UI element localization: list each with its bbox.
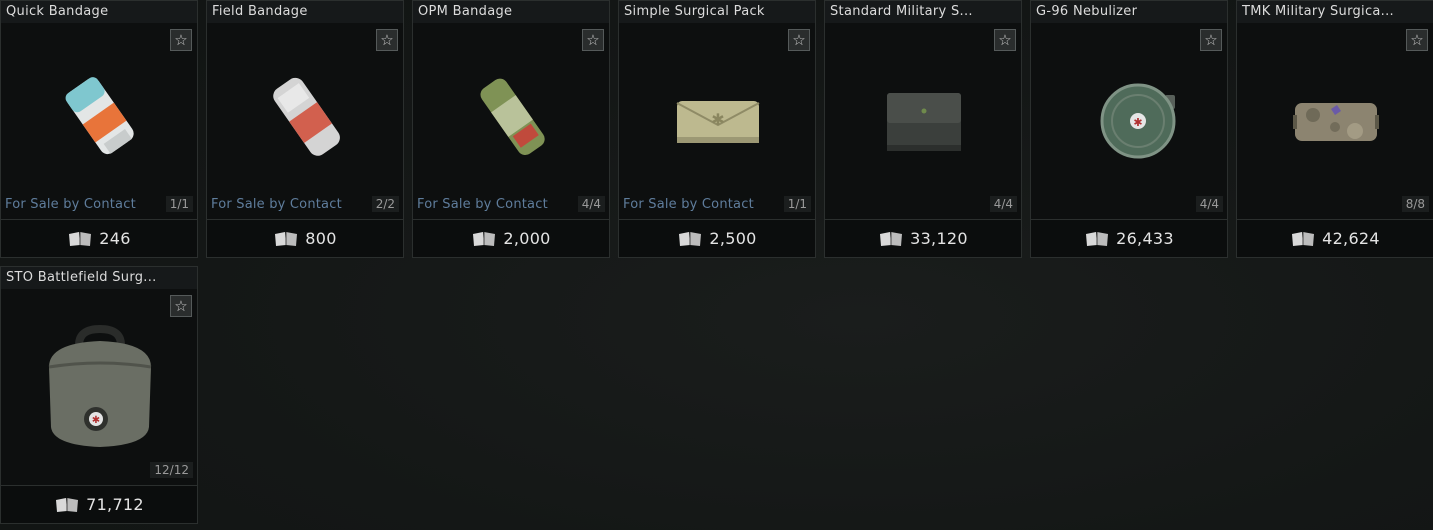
item-title: Simple Surgical Pack <box>619 1 815 23</box>
sale-status: For Sale by Contact <box>211 197 342 212</box>
bandage-icon <box>21 41 179 191</box>
price-row: 33,120 <box>825 219 1021 257</box>
price-value: 2,500 <box>709 229 757 248</box>
sale-status: For Sale by Contact <box>417 197 548 212</box>
price-row: 246 <box>1 219 197 257</box>
item-title: G-96 Nebulizer <box>1031 1 1227 23</box>
stock-badge: 4/4 <box>989 196 1017 212</box>
stock-badge: 12/12 <box>150 462 193 478</box>
price-value: 800 <box>305 229 337 248</box>
stock-badge: 2/2 <box>371 196 399 212</box>
price-row: 2,000 <box>413 219 609 257</box>
nebulizer-icon: ✱ <box>1051 41 1209 191</box>
item-title: Quick Bandage <box>1 1 197 23</box>
bandage-icon <box>433 41 591 191</box>
sale-status: For Sale by Contact <box>623 197 754 212</box>
price-row: 26,433 <box>1031 219 1227 257</box>
stock-badge: 1/1 <box>783 196 811 212</box>
stock-badge: 8/8 <box>1401 196 1429 212</box>
item-card-standard-military[interactable]: Standard Military S... ☆ 4/4 33,120 <box>824 0 1022 258</box>
price-row: 800 <box>207 219 403 257</box>
currency-book-icon <box>275 231 298 246</box>
stock-badge: 4/4 <box>1195 196 1223 212</box>
item-card-field-bandage[interactable]: Field Bandage ☆ For Sale by Contact 2/2 … <box>206 0 404 258</box>
item-card-g96-nebulizer[interactable]: G-96 Nebulizer ☆ ✱ 4/4 26,433 <box>1030 0 1228 258</box>
item-card-tmk-military-surgical[interactable]: TMK Military Surgica... ☆ 8/8 42,624 <box>1236 0 1433 258</box>
currency-book-icon <box>679 231 702 246</box>
stock-badge: 4/4 <box>577 196 605 212</box>
currency-book-icon <box>1086 231 1109 246</box>
item-card-opm-bandage[interactable]: OPM Bandage ☆ For Sale by Contact 4/4 2,… <box>412 0 610 258</box>
price-value: 2,000 <box>503 229 551 248</box>
bandage-icon <box>227 41 385 191</box>
price-row: 71,712 <box>1 485 197 523</box>
price-value: 246 <box>99 229 131 248</box>
item-title: TMK Military Surgica... <box>1237 1 1433 23</box>
item-title: Standard Military S... <box>825 1 1021 23</box>
svg-text:✱: ✱ <box>1133 116 1142 129</box>
item-title: STO Battlefield Surg... <box>1 267 197 289</box>
item-card-sto-battlefield-surgical[interactable]: STO Battlefield Surg... ☆ ✱ 12/12 71,712 <box>0 266 198 524</box>
military-pouch-icon <box>845 41 1003 191</box>
price-value: 71,712 <box>86 495 144 514</box>
item-card-simple-surgical-pack[interactable]: Simple Surgical Pack ☆ ✱ For Sale by Con… <box>618 0 816 258</box>
item-title: Field Bandage <box>207 1 403 23</box>
currency-book-icon <box>56 497 79 512</box>
item-grid: Quick Bandage ☆ For Sale by Contact 1/1 … <box>0 0 1433 530</box>
price-value: 42,624 <box>1322 229 1380 248</box>
item-card-quick-bandage[interactable]: Quick Bandage ☆ For Sale by Contact 1/1 … <box>0 0 198 258</box>
sale-status: For Sale by Contact <box>5 197 136 212</box>
svg-text:✱: ✱ <box>711 110 724 129</box>
currency-book-icon <box>473 231 496 246</box>
currency-book-icon <box>69 231 92 246</box>
price-value: 33,120 <box>910 229 968 248</box>
price-row: 2,500 <box>619 219 815 257</box>
stock-badge: 1/1 <box>165 196 193 212</box>
currency-book-icon <box>880 231 903 246</box>
camo-case-icon <box>1257 41 1415 191</box>
price-value: 26,433 <box>1116 229 1174 248</box>
price-row: 42,624 <box>1237 219 1433 257</box>
medical-bag-icon: ✱ <box>21 307 179 457</box>
surgical-pouch-icon: ✱ <box>639 41 797 191</box>
svg-text:✱: ✱ <box>92 415 100 426</box>
item-title: OPM Bandage <box>413 1 609 23</box>
currency-book-icon <box>1292 231 1315 246</box>
